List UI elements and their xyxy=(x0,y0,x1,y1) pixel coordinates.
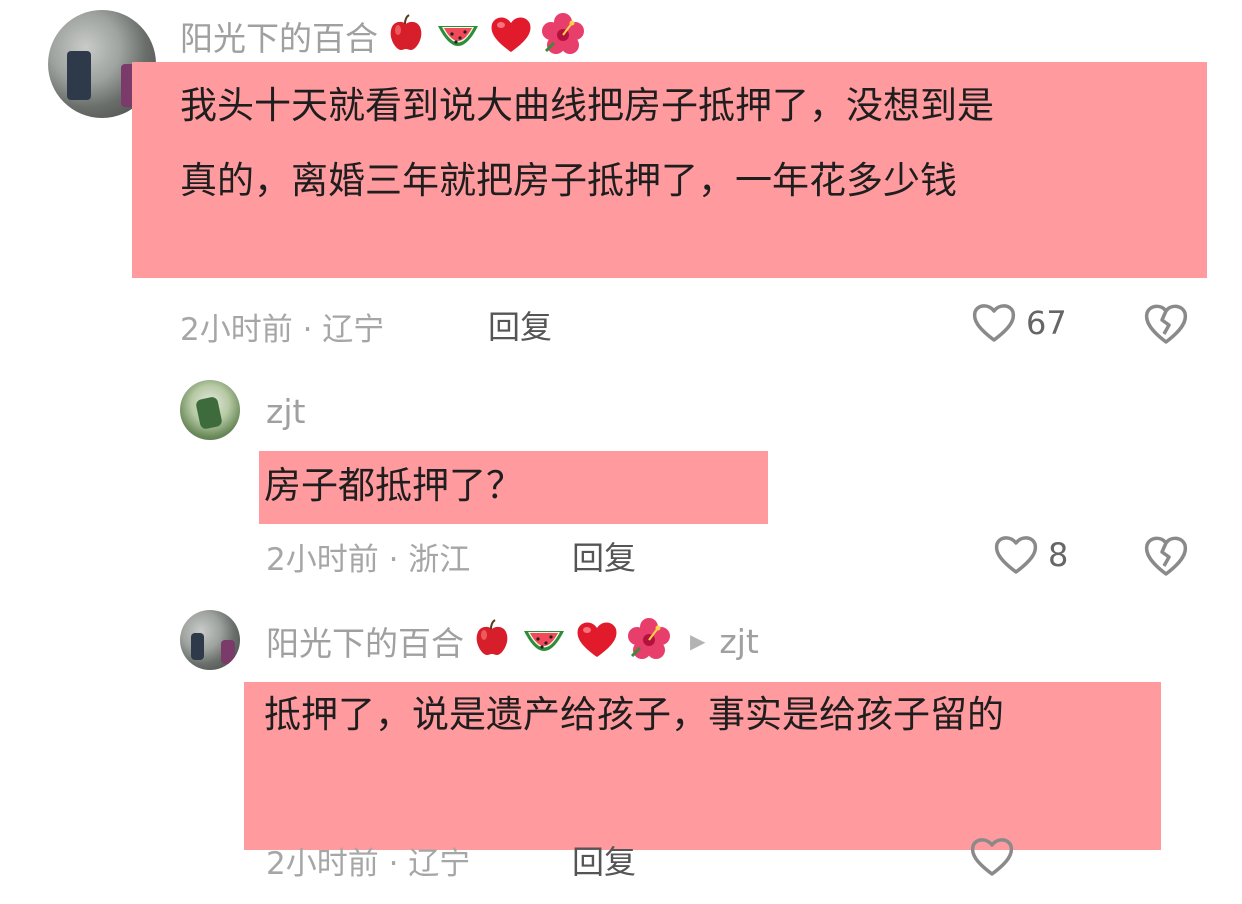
comment-text: 抵押了，说是遗产给孩子，事实是给孩子留的 xyxy=(264,693,1004,736)
heart-outline-icon xyxy=(992,536,1040,580)
username: 阳光下的百合 xyxy=(180,19,378,58)
hibiscus-icon xyxy=(540,11,586,61)
reply-button[interactable]: 回复 xyxy=(572,837,636,883)
like-count: 8 xyxy=(1048,536,1069,574)
heart-icon xyxy=(574,617,620,665)
reply-to-username[interactable]: zjt xyxy=(719,622,758,661)
like-button[interactable] xyxy=(970,300,1018,348)
dislike-button[interactable] xyxy=(1142,532,1190,582)
comment-author[interactable]: 阳光下的百合 ▶ zjt xyxy=(266,616,759,666)
broken-heart-icon xyxy=(1142,304,1190,350)
comment-text: 我头十天就看到说大曲线把房子抵押了，没想到是 xyxy=(180,84,994,127)
reply-button[interactable]: 回复 xyxy=(488,302,552,348)
heart-outline-icon xyxy=(968,838,1016,882)
like-button[interactable] xyxy=(992,532,1040,580)
hibiscus-icon xyxy=(626,616,672,666)
comment-meta: 2小时前 · 浙江 xyxy=(266,542,471,578)
like-button[interactable] xyxy=(968,834,1016,882)
username: 阳光下的百合 xyxy=(266,624,464,663)
apple-icon xyxy=(470,617,514,665)
heart-outline-icon xyxy=(970,300,1018,348)
reply-arrow-icon: ▶ xyxy=(690,629,706,653)
comment-meta: 2小时前 · 辽宁 xyxy=(180,312,385,348)
like-count: 67 xyxy=(1026,304,1067,342)
broken-heart-icon xyxy=(1142,536,1190,582)
username[interactable]: zjt xyxy=(266,392,305,431)
heart-icon xyxy=(488,12,534,60)
dislike-button[interactable] xyxy=(1142,300,1190,350)
watermelon-icon xyxy=(434,12,482,60)
watermelon-icon xyxy=(520,617,568,665)
reply-button[interactable]: 回复 xyxy=(572,533,636,579)
apple-icon xyxy=(384,12,428,60)
avatar[interactable] xyxy=(180,380,240,440)
comment-meta: 2小时前 · 辽宁 xyxy=(266,846,471,882)
avatar[interactable] xyxy=(180,610,240,670)
comment-author[interactable]: 阳光下的百合 xyxy=(180,12,586,60)
comment-text: 真的，离婚三年就把房子抵押了，一年花多少钱 xyxy=(180,159,957,202)
comment-text: 房子都抵押了？ xyxy=(264,464,523,507)
